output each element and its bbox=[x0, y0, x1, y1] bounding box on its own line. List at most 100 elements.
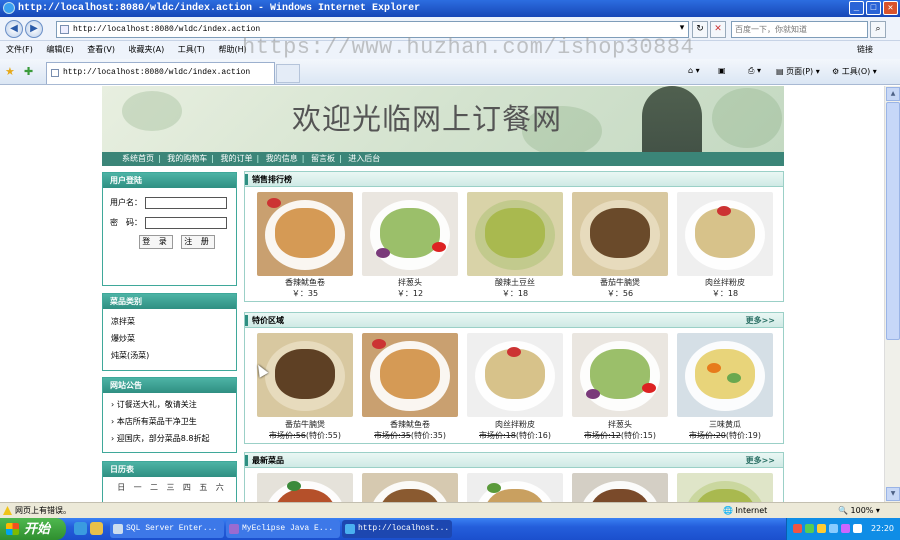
task-myeclipse[interactable]: MyEclipse Java E... bbox=[226, 520, 340, 538]
nav-home[interactable]: 系统首页 bbox=[122, 154, 154, 163]
login-button[interactable]: 登 录 bbox=[139, 235, 173, 249]
specials-panel: 特价区域 更多>> 番茄牛腩煲 市场价:56(特价:55) 香辣鱿鱼卷 市场价:… bbox=[244, 312, 784, 444]
scroll-up-icon[interactable]: ▲ bbox=[886, 87, 900, 101]
dish-image[interactable] bbox=[677, 473, 773, 502]
menu-bar: 文件(F) 编辑(E) 查看(V) 收藏夹(A) 工具(T) 帮助(H) 链接 bbox=[0, 41, 900, 59]
start-button[interactable]: 开始 bbox=[0, 518, 66, 540]
menu-file[interactable]: 文件(F) bbox=[6, 45, 33, 54]
tools-menu[interactable]: ⚙ 工具(O) ▾ bbox=[832, 66, 877, 77]
forward-button[interactable]: ▶ bbox=[25, 20, 43, 38]
minimize-button[interactable]: _ bbox=[849, 1, 864, 15]
tray-icon[interactable] bbox=[793, 524, 802, 533]
dish-image[interactable] bbox=[572, 333, 668, 417]
nav-guestbook[interactable]: 留言板 bbox=[311, 154, 335, 163]
dish-name[interactable]: 拌葱头 bbox=[570, 419, 670, 430]
dish-image[interactable] bbox=[257, 333, 353, 417]
dish-image[interactable] bbox=[572, 192, 668, 276]
tray-icon[interactable] bbox=[829, 524, 838, 533]
add-favorite-icon[interactable]: ✚ bbox=[24, 65, 33, 78]
menu-help[interactable]: 帮助(H) bbox=[218, 45, 246, 54]
nav-cart[interactable]: 我的购物车 bbox=[167, 154, 207, 163]
tray-icon[interactable] bbox=[805, 524, 814, 533]
links-label[interactable]: 链接 bbox=[857, 41, 873, 59]
zoom-level[interactable]: 🔍 100% ▾ bbox=[838, 503, 880, 518]
menu-edit[interactable]: 编辑(E) bbox=[46, 45, 73, 54]
menu-view[interactable]: 查看(V) bbox=[87, 45, 115, 54]
ie-quicklaunch-icon[interactable] bbox=[74, 522, 87, 535]
dish-name[interactable]: 酸辣土豆丝 bbox=[465, 277, 565, 288]
dish-image[interactable] bbox=[467, 473, 563, 502]
dish-image[interactable] bbox=[677, 192, 773, 276]
task-sql-server[interactable]: SQL Server Enter... bbox=[110, 520, 224, 538]
password-field[interactable] bbox=[145, 217, 227, 229]
notice-item[interactable]: › 迎国庆，部分菜品8.8折起 bbox=[103, 430, 236, 447]
login-heading: 用户登陆 bbox=[103, 173, 236, 188]
status-bar: 网页上有错误。 🌐 Internet 🔍 100% ▾ bbox=[0, 502, 900, 518]
search-icon[interactable]: ⌕ bbox=[870, 21, 886, 38]
specials-more-link[interactable]: 更多>> bbox=[746, 313, 775, 328]
username-field[interactable] bbox=[145, 197, 227, 209]
folder-quicklaunch-icon[interactable] bbox=[90, 522, 103, 535]
bestsellers-panel: 销售排行榜 香辣鱿鱼卷 ￥：35 拌葱头 ￥：12 酸辣土豆丝 ￥：18 番茄牛… bbox=[244, 171, 784, 302]
dish-name[interactable]: 香辣鱿鱼卷 bbox=[360, 419, 460, 430]
newest-header: 最新菜品 更多>> bbox=[245, 453, 783, 468]
status-message[interactable]: 网页上有错误。 bbox=[15, 503, 71, 518]
dish-name[interactable]: 香辣鱿鱼卷 bbox=[255, 277, 355, 288]
dish-image[interactable] bbox=[362, 333, 458, 417]
task-ie[interactable]: http://localhost... bbox=[342, 520, 452, 538]
menu-favorites[interactable]: 收藏夹(A) bbox=[129, 45, 165, 54]
nav-orders[interactable]: 我的订单 bbox=[221, 154, 253, 163]
dish-name[interactable]: 三味黄瓜 bbox=[675, 419, 775, 430]
category-item[interactable]: 凉拌菜 bbox=[103, 313, 236, 330]
vertical-scrollbar[interactable]: ▲ ▼ bbox=[884, 86, 900, 502]
refresh-button[interactable]: ↻ bbox=[692, 21, 708, 38]
tray-icon[interactable] bbox=[841, 524, 850, 533]
dish-image[interactable] bbox=[467, 333, 563, 417]
dish-price: 市场价:56(特价:55) bbox=[255, 430, 355, 441]
home-icon[interactable]: ⌂ ▾ bbox=[688, 66, 700, 75]
browser-tab[interactable]: http://localhost:8080/wldc/index.action bbox=[46, 62, 275, 84]
category-item[interactable]: 炖菜(汤菜) bbox=[103, 347, 236, 364]
menu-tools[interactable]: 工具(T) bbox=[178, 45, 205, 54]
newest-more-link[interactable]: 更多>> bbox=[746, 453, 775, 468]
url-field[interactable]: http://localhost:8080/wldc/index.action bbox=[56, 21, 689, 38]
close-button[interactable]: ✕ bbox=[883, 1, 898, 15]
dish-image[interactable] bbox=[572, 473, 668, 502]
clock[interactable]: 22:20 bbox=[871, 518, 894, 540]
taskbar: 开始 SQL Server Enter... MyEclipse Java E.… bbox=[0, 518, 900, 540]
feeds-icon[interactable]: ▣ bbox=[718, 66, 726, 75]
dish-image[interactable] bbox=[677, 333, 773, 417]
warning-icon[interactable] bbox=[3, 506, 12, 515]
notice-item[interactable]: › 订餐送大礼，敬请关注 bbox=[103, 396, 236, 413]
dish-image[interactable] bbox=[257, 473, 353, 502]
scroll-thumb[interactable] bbox=[886, 102, 900, 340]
url-dropdown-icon[interactable]: ▾ bbox=[674, 21, 690, 38]
dish-image[interactable] bbox=[467, 192, 563, 276]
dish-image[interactable] bbox=[257, 192, 353, 276]
nav-admin[interactable]: 进入后台 bbox=[348, 154, 380, 163]
tray-icon[interactable] bbox=[853, 524, 862, 533]
page-menu[interactable]: ▤ 页面(P) ▾ bbox=[776, 66, 820, 77]
scroll-down-icon[interactable]: ▼ bbox=[886, 487, 900, 501]
stop-button[interactable]: ✕ bbox=[710, 21, 726, 38]
dish-price: ￥：18 bbox=[711, 289, 739, 298]
nav-profile[interactable]: 我的信息 bbox=[266, 154, 298, 163]
back-button[interactable]: ◀ bbox=[5, 20, 23, 38]
dish-image[interactable] bbox=[362, 473, 458, 502]
search-input[interactable]: 百度一下，你就知道 bbox=[731, 21, 868, 38]
notice-item[interactable]: › 本店所有菜品干净卫生 bbox=[103, 413, 236, 430]
dish-name[interactable]: 番茄牛腩煲 bbox=[255, 419, 355, 430]
new-tab-button[interactable] bbox=[276, 64, 300, 83]
dish-name[interactable]: 番茄牛腩煲 bbox=[570, 277, 670, 288]
dish-name[interactable]: 拌葱头 bbox=[360, 277, 460, 288]
dish-name[interactable]: 肉丝拌粉皮 bbox=[675, 277, 775, 288]
favorites-star-icon[interactable]: ★ bbox=[5, 65, 15, 78]
register-button[interactable]: 注 册 bbox=[181, 235, 215, 249]
dish-name[interactable]: 肉丝拌粉皮 bbox=[465, 419, 565, 430]
category-item[interactable]: 爆炒菜 bbox=[103, 330, 236, 347]
maximize-button[interactable]: □ bbox=[866, 1, 881, 15]
print-icon[interactable]: ⎙ ▾ bbox=[748, 66, 761, 76]
tray-icon[interactable] bbox=[817, 524, 826, 533]
dish-image[interactable] bbox=[362, 192, 458, 276]
dish-price: ￥：12 bbox=[396, 289, 424, 298]
